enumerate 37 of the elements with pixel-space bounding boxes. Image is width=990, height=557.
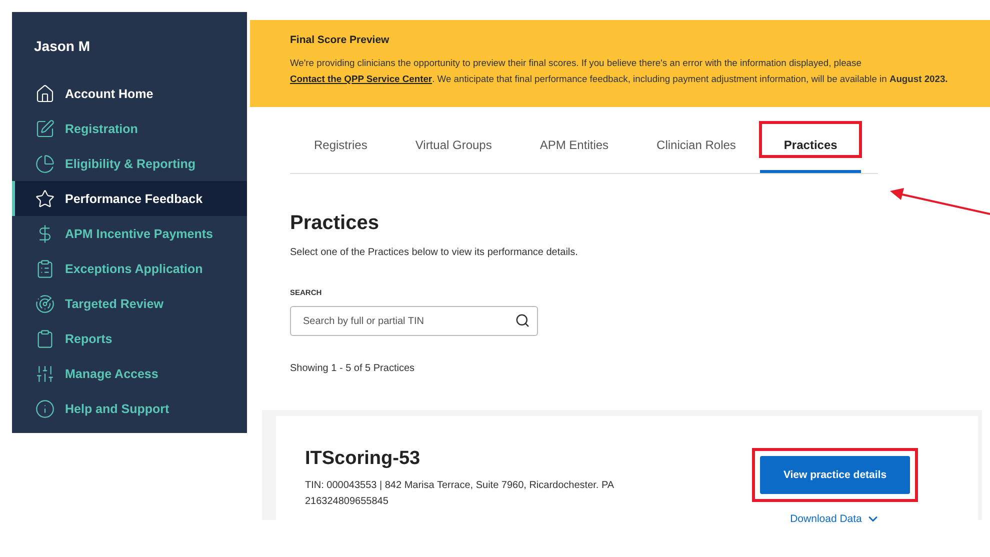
clipboard-icon bbox=[35, 258, 55, 278]
clipboard-icon bbox=[35, 328, 55, 348]
search-icon bbox=[515, 313, 530, 328]
sidebar-item[interactable]: Registration bbox=[12, 111, 247, 146]
practice-name: ITScoring-53 bbox=[305, 448, 422, 470]
banner-text: We're providing clinicians the opportunity to preview their final scores. If you believe there's an error with the information displayed, please Contact the QPP Service Center. We anticipate that final performance feedback, including payment adjustment information, will be available in August 2023. bbox=[290, 56, 949, 86]
tab[interactable]: Clinician Roles bbox=[632, 119, 760, 173]
sidebar-item[interactable]: Manage Access bbox=[12, 356, 247, 391]
banner-title: Final Score Preview bbox=[290, 34, 390, 46]
results-count: Showing 1 - 5 of 5 Practices bbox=[290, 363, 416, 374]
page-description: Select one of the Practices below to view its performance details. bbox=[290, 247, 579, 258]
tab[interactable]: Registries bbox=[290, 119, 392, 173]
view-details-button[interactable]: View practice details bbox=[760, 456, 910, 494]
sidebar-item[interactable]: Exceptions Application bbox=[12, 251, 247, 286]
radar-icon bbox=[35, 294, 55, 314]
info-icon bbox=[35, 398, 55, 418]
download-data-link[interactable]: Download Data bbox=[790, 512, 880, 526]
search-field[interactable]: Search by full or partial TIN bbox=[290, 306, 538, 336]
sliders-icon bbox=[35, 364, 55, 384]
sidebar-item[interactable]: Reports bbox=[12, 321, 247, 356]
tab[interactable]: Virtual Groups bbox=[391, 119, 516, 173]
sidebar-item[interactable]: APM Incentive Payments bbox=[12, 216, 247, 251]
sidebar-item[interactable]: Help and Support bbox=[12, 391, 247, 426]
tab[interactable]: Practices bbox=[760, 119, 862, 173]
pie-chart-icon bbox=[35, 154, 55, 174]
sidebar-item[interactable]: Performance Feedback bbox=[12, 181, 247, 216]
edit-icon bbox=[35, 118, 55, 138]
sidebar-item[interactable]: Eligibility & Reporting bbox=[12, 146, 247, 181]
home-icon bbox=[35, 84, 55, 104]
user-name: Jason M bbox=[33, 38, 92, 54]
page-heading: Practices bbox=[290, 212, 380, 235]
contact-link[interactable]: Contact the QPP Service Center bbox=[290, 73, 432, 84]
sidebar-item[interactable]: Account Home bbox=[12, 76, 247, 111]
practice-details: TIN: 000043553 | 842 Marisa Terrace, Suite 7960, Ricardochester. PA 216324809655845 bbox=[305, 479, 615, 509]
sidebar-item[interactable]: Targeted Review bbox=[12, 286, 247, 321]
tab[interactable]: APM Entities bbox=[516, 119, 633, 173]
star-icon bbox=[35, 188, 55, 208]
